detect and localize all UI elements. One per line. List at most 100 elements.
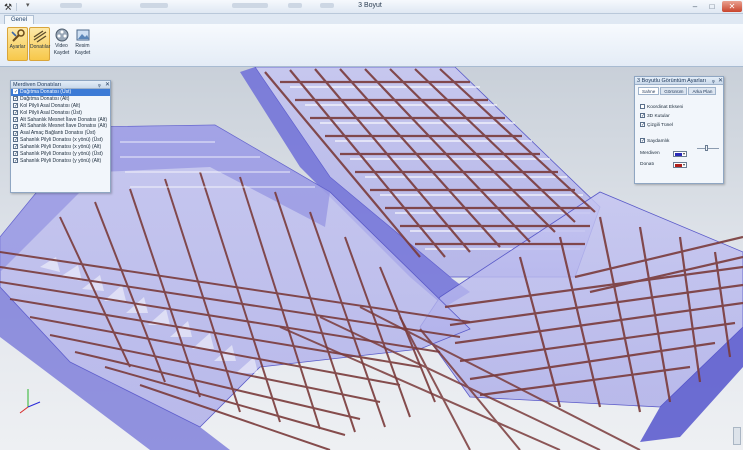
menu-placeholder (232, 3, 268, 8)
maximize-button[interactable]: □ (704, 1, 720, 12)
rebar-checkbox[interactable]: ✓ (13, 89, 18, 95)
rebar-checkbox[interactable]: ✓ (13, 137, 18, 143)
rebar-checkbox[interactable]: ✓ (13, 96, 18, 102)
picture-icon (76, 29, 89, 41)
close-icon[interactable]: ✕ (718, 77, 723, 85)
film-reel-icon (55, 28, 68, 42)
rebar-checkbox[interactable]: ✓ (13, 109, 18, 115)
rebar-list-item[interactable]: ✓ Sahanlık Pilyli Donatısı (x yönü) (Üst) (11, 137, 110, 144)
rebar-checkbox[interactable]: ✓ (13, 151, 18, 157)
settings-button[interactable]: Ayarlar (7, 27, 28, 61)
view-settings-tabs: Sahne Görünüm Arka Plan (638, 87, 717, 95)
rebar-label: Alt Sahanlık Mesnet İlave Donatısı (Alt) (20, 116, 107, 123)
stair-3d-model (0, 67, 743, 450)
transparency-checkbox[interactable]: ✓ (640, 138, 645, 144)
rebar-checkbox[interactable]: ✓ (13, 158, 18, 164)
save-video-button[interactable]: Video Kaydet (51, 27, 72, 61)
rebar-list-item[interactable]: ✓ Kol Pilyli Asal Donatısı (Üst) (11, 110, 110, 117)
quick-access-dropdown-icon[interactable]: ▾ (26, 1, 30, 9)
title-bar: ⚒ ▾ 3 Boyut – □ ✕ (0, 0, 743, 14)
scene-option-label: 3D Kutular (647, 113, 670, 119)
view-settings-header: 3 Boyutlu Görüntüm Ayarları ᵩ ✕ (635, 77, 723, 85)
stair-color-label: Merdiven (640, 151, 660, 156)
rebars-button-label: Donatılar (30, 44, 51, 50)
scene-option[interactable]: ✓ Çizgili Tünel (640, 122, 673, 129)
settings-button-label: Ayarlar (9, 44, 26, 50)
rebar-list-item[interactable]: ✓ Sahanlık Pilyli Donatısı (y yönü) (Alt) (11, 158, 110, 165)
stair-color-picker[interactable]: ▾ (673, 151, 687, 157)
rebar-checkbox[interactable]: ✓ (13, 130, 18, 136)
minimize-button[interactable]: – (687, 1, 703, 12)
app-icon[interactable]: ⚒ (3, 2, 13, 12)
scroll-thumb[interactable] (733, 427, 741, 445)
scene-option-label: Çizgili Tünel (647, 122, 674, 128)
rebar-panel-title: Merdiven Donatıları (13, 82, 61, 88)
rebar-list-item[interactable]: ✓ Dağıtma Donatısı (Alt) (11, 96, 110, 103)
rebar-checkbox[interactable]: ✓ (13, 144, 18, 150)
rebar-label: Sahanlık Pilyli Donatısı (y yönü) (Üst) (20, 151, 103, 158)
transparency-slider-thumb[interactable] (705, 145, 708, 151)
rebar-label: Sahanlık Pilyli Donatısı (y yönü) (Alt) (20, 157, 102, 164)
rebar-list-item[interactable]: ✓ Sahanlık Pilyli Donatısı (y yönü) (Üst) (11, 151, 110, 158)
menu-placeholder (140, 3, 168, 8)
rebar-color-picker[interactable]: ▾ (673, 162, 687, 168)
transparency-slider-track[interactable] (697, 148, 719, 149)
scene-option-label: Koordinat Ekseni (647, 104, 684, 110)
rebar-checkbox[interactable]: ✓ (13, 123, 18, 129)
rebar-list-item[interactable]: ✓ Dağıtma Donatısı (Üst) (11, 89, 110, 96)
view-settings-title: 3 Boyutlu Görüntüm Ayarları (637, 78, 706, 84)
rebar-color-label: Donatı (640, 162, 655, 167)
menu-placeholder (60, 3, 82, 8)
save-image-label-1: Resim (75, 43, 90, 49)
close-button[interactable]: ✕ (722, 1, 742, 12)
3d-viewport[interactable] (0, 67, 743, 450)
pin-icon[interactable]: ᵩ (712, 77, 715, 85)
rebar-panel-header: Merdiven Donatıları ᵩ ✕ (11, 81, 110, 89)
menu-placeholder (320, 3, 334, 8)
rebar-color-sample (675, 164, 682, 167)
axis-gizmo (19, 389, 41, 414)
rebar-label: Kol Pilyli Asal Donatısı (Alt) (20, 102, 81, 109)
dropdown-arrow-icon: ▾ (682, 151, 685, 156)
scene-option[interactable]: ✓ 3D Kutular (640, 113, 670, 120)
tab-arka-plan[interactable]: Arka Plan (688, 87, 717, 95)
scene-option-checkbox[interactable]: ✓ (640, 113, 645, 119)
window-title: 3 Boyut (358, 2, 382, 9)
ribbon: Ayarlar Donatılar Video Kaydet Resim Kay… (0, 24, 743, 67)
scene-option[interactable]: Koordinat Ekseni (640, 104, 683, 111)
pin-icon[interactable]: ᵩ (98, 81, 101, 89)
save-image-button[interactable]: Resim Kaydet (72, 27, 93, 61)
quick-access-separator (16, 3, 17, 11)
rebar-label: Kol Pilyli Asal Donatısı (Üst) (20, 109, 82, 116)
rebar-label: Sahanlık Pilyli Donatısı (x yönü) (Alt) (20, 144, 102, 151)
rebar-checkbox[interactable]: ✓ (13, 116, 18, 122)
rebar-label: Alt Sahanlık Mesnet İlave Donatısı (Alt) (20, 123, 107, 130)
rebar-label: Dağıtma Donatısı (Üst) (20, 89, 72, 95)
rebars-button[interactable]: Donatılar (29, 27, 50, 61)
rebar-label: Asal Amaç Bağlantı Donatısı (Üst) (20, 130, 96, 137)
scene-option-checkbox[interactable]: ✓ (640, 122, 645, 128)
ribbon-tab-bar: Genel (0, 14, 743, 24)
scene-option-checkbox[interactable] (640, 104, 645, 109)
wrench-icon (10, 29, 25, 42)
tab-gorunum[interactable]: Görünüm (660, 87, 688, 95)
save-video-label-2: Kaydet (53, 49, 70, 56)
rebar-list-item[interactable]: ✓ Sahanlık Pilyli Donatısı (x yönü) (Alt) (11, 144, 110, 151)
rebar-list: ✓ Dağıtma Donatısı (Üst) ✓ Dağıtma Donatısı… (11, 89, 110, 165)
rebar-list-item[interactable]: ✓ Kol Pilyli Asal Donatısı (Alt) (11, 103, 110, 110)
rebar-label: Dağıtma Donatısı (Alt) (20, 95, 70, 102)
rebar-checkbox[interactable]: ✓ (13, 102, 18, 108)
rebar-panel: Merdiven Donatıları ᵩ ✕ ✓ Dağıtma Donatıs… (10, 80, 111, 193)
rebar-icon (33, 30, 46, 43)
transparency-label: Saydamlık (647, 138, 670, 144)
tab-sahne[interactable]: Sahne (638, 87, 660, 95)
save-image-label-2: Kaydet (74, 49, 91, 56)
view-settings-panel: 3 Boyutlu Görüntüm Ayarları ᵩ ✕ Sahne Gö… (634, 76, 724, 184)
transparency-option[interactable]: ✓ Saydamlık (640, 138, 669, 145)
close-icon[interactable]: ✕ (105, 81, 110, 89)
rebar-label: Sahanlık Pilyli Donatısı (x yönü) (Üst) (20, 137, 103, 144)
tab-genel[interactable]: Genel (4, 15, 35, 24)
stair-color-sample (675, 153, 682, 156)
save-video-label-1: Video (55, 43, 68, 49)
dropdown-arrow-icon: ▾ (682, 162, 685, 167)
